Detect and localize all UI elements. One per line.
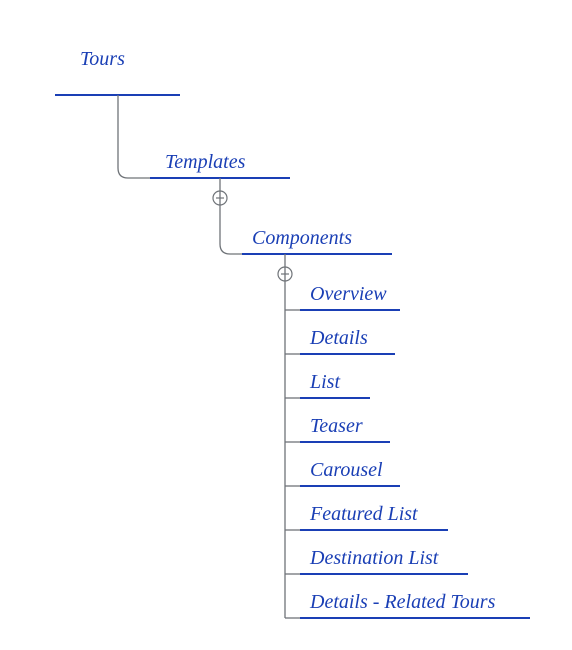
node-destination-list: Destination List — [285, 547, 468, 574]
node-featured-list: Featured List — [285, 503, 448, 530]
tree-diagram: Tours Templates Components Overview Deta… — [0, 0, 572, 650]
node-teaser-label: Teaser — [310, 415, 363, 437]
node-tours-label: Tours — [80, 48, 125, 70]
node-overview: Overview — [285, 283, 400, 310]
connector-templates-components — [220, 178, 242, 254]
connector-tours-templates — [118, 95, 150, 178]
node-details-label: Details — [309, 327, 368, 349]
node-details: Details — [285, 327, 395, 354]
node-templates: Templates — [150, 151, 290, 178]
node-tours: Tours — [55, 48, 180, 95]
node-featured-list-label: Featured List — [309, 503, 418, 525]
node-components: Components — [242, 227, 392, 254]
node-teaser: Teaser — [285, 415, 390, 442]
node-overview-label: Overview — [310, 283, 387, 305]
node-components-label: Components — [252, 227, 352, 249]
node-list-label: List — [309, 371, 340, 393]
node-templates-label: Templates — [165, 151, 246, 173]
node-details-related-tours-label: Details - Related Tours — [309, 591, 496, 613]
node-carousel: Carousel — [285, 459, 400, 486]
node-carousel-label: Carousel — [310, 459, 383, 481]
node-destination-list-label: Destination List — [309, 547, 439, 569]
node-details-related-tours: Details - Related Tours — [285, 591, 530, 618]
node-list: List — [285, 371, 370, 398]
